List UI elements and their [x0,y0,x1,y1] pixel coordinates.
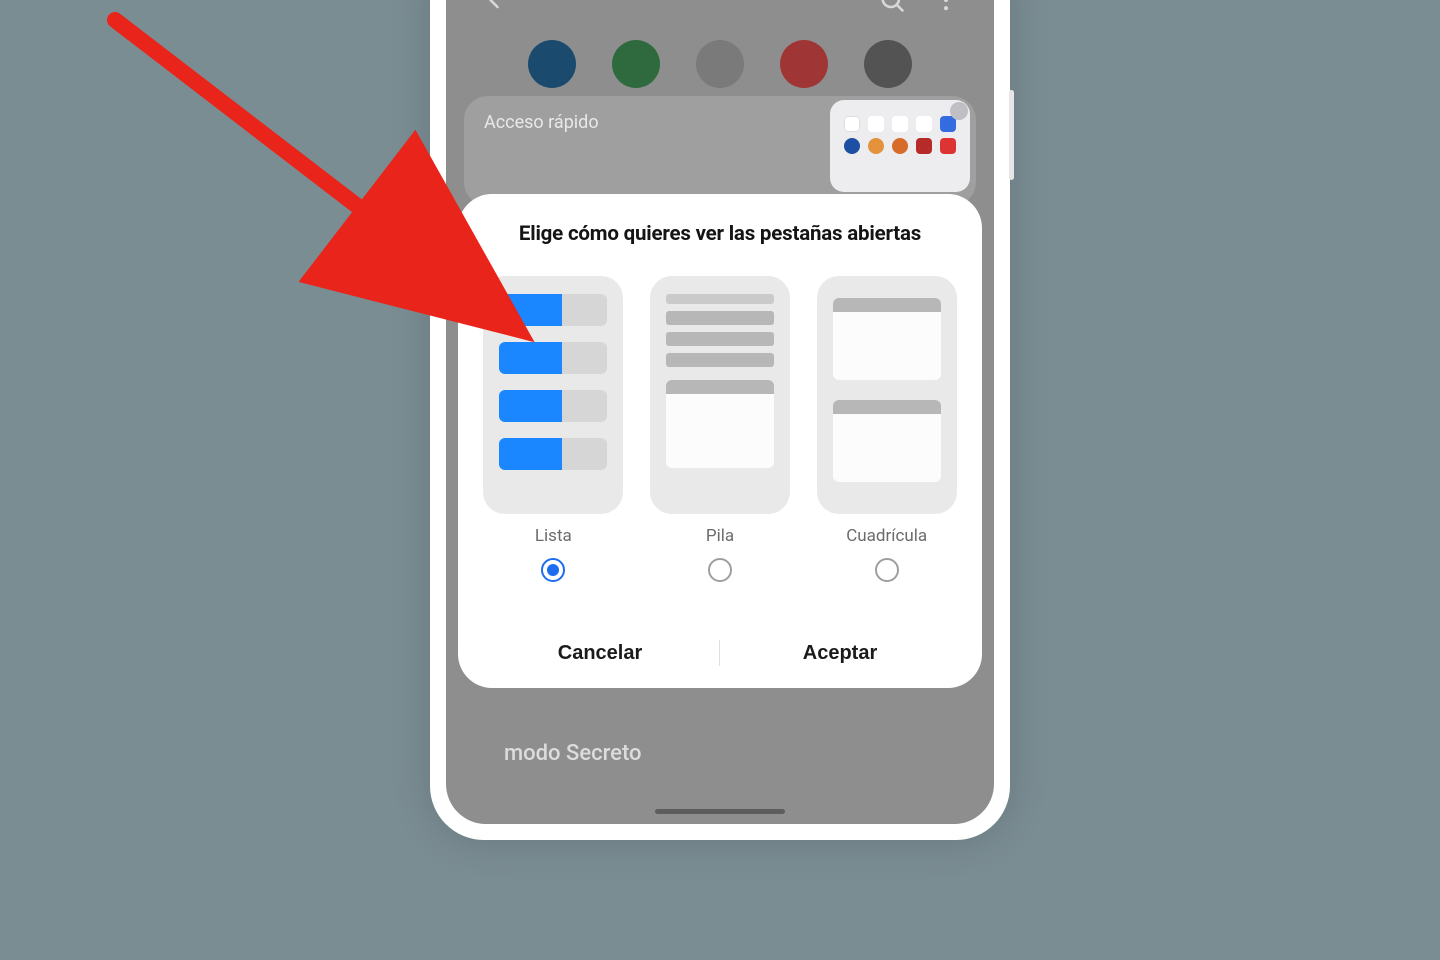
cancel-button[interactable]: Cancelar [480,618,720,688]
close-icon [950,102,968,120]
option-pila-radio[interactable] [708,558,732,582]
back-icon[interactable] [474,0,514,20]
power-button [1009,90,1014,180]
background-tab-label: Acceso rápido [484,112,599,133]
option-cuadricula-label: Cuadrícula [846,526,927,546]
option-lista-radio[interactable] [541,558,565,582]
sheet-actions: Cancelar Aceptar [480,618,960,688]
tab-thumbnail [830,100,970,192]
background-app-icons [446,38,994,90]
background-tab-card: Acceso rápido [464,96,976,206]
phone-frame: Acceso rápido modo Secreto Elige cómo qu… [430,0,1010,840]
option-pila-label: Pila [706,526,734,546]
option-pila[interactable]: Pila [647,276,794,582]
options-row: Lista Pila [480,276,960,582]
sheet-title: Elige cómo quieres ver las pestañas abie… [480,222,960,246]
annotation-arrow [105,10,455,294]
option-lista[interactable]: Lista [480,276,627,582]
phone-screen: Acceso rápido modo Secreto Elige cómo qu… [446,0,994,824]
option-lista-preview [483,276,623,514]
more-icon[interactable] [926,0,966,20]
background-bottom-label: modo Secreto [446,741,994,766]
accept-button[interactable]: Aceptar [720,618,960,688]
option-cuadricula-radio[interactable] [875,558,899,582]
home-indicator [655,809,785,814]
option-lista-label: Lista [535,526,572,546]
search-icon[interactable] [872,0,912,20]
option-cuadricula[interactable]: Cuadrícula [813,276,960,582]
tab-view-picker-sheet: Elige cómo quieres ver las pestañas abie… [458,194,982,688]
option-pila-preview [650,276,790,514]
option-cuadricula-preview [817,276,957,514]
